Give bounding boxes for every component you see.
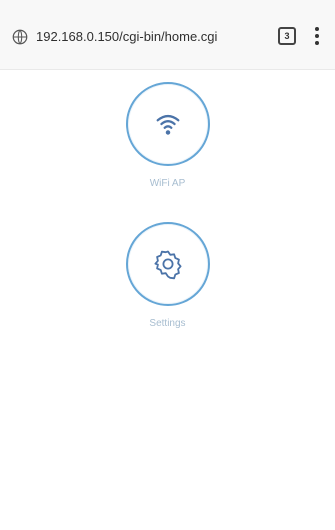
browser-address-bar: 192.168.0.150/cgi-bin/home.cgi 3: [0, 0, 335, 70]
menu-button[interactable]: [314, 27, 320, 45]
wifi-icon: [156, 114, 179, 135]
settings-tile[interactable]: Settings: [0, 222, 335, 330]
gear-icon: [154, 250, 181, 280]
tab-switcher-button[interactable]: 3: [278, 27, 296, 45]
home-page: 192.168.0.150/cgi-bin/home.cgi 3 WiFi AP: [0, 0, 335, 530]
settings-label: Settings: [149, 318, 186, 329]
wifi-ap-label: WiFi AP: [149, 178, 186, 189]
menu-dot: [315, 41, 319, 45]
menu-dot: [315, 27, 319, 31]
globe-icon: [12, 29, 28, 45]
wifi-ap-tile[interactable]: WiFi AP: [0, 82, 335, 190]
menu-dot: [315, 34, 319, 38]
settings-button[interactable]: [125, 222, 210, 306]
url-field[interactable]: 192.168.0.150/cgi-bin/home.cgi: [36, 29, 217, 45]
wifi-ap-button[interactable]: [125, 82, 210, 166]
